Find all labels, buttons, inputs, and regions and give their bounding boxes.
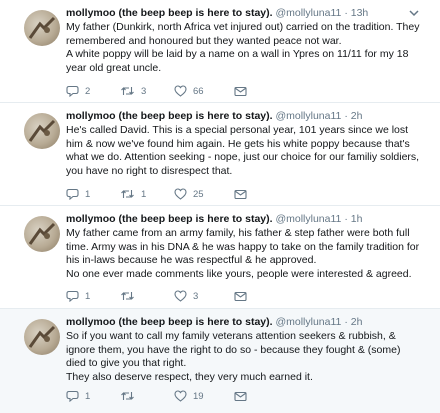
dm-button[interactable] (234, 291, 247, 302)
like-count: 25 (193, 188, 204, 200)
tweet[interactable]: mollymoo (the beep beep is here to stay)… (0, 103, 440, 206)
like-button[interactable]: 3 (174, 290, 234, 302)
envelope-icon (234, 391, 247, 401)
reply-button[interactable]: 2 (66, 85, 120, 97)
dm-button[interactable] (234, 189, 247, 200)
like-count: 66 (193, 85, 204, 97)
tweet-text: My father (Dunkirk, north Africa vet inj… (66, 21, 420, 75)
timestamp[interactable]: 2h (351, 316, 363, 328)
retweet-count: 3 (141, 85, 147, 97)
retweet-icon (121, 292, 134, 300)
heart-icon (174, 390, 187, 402)
retweet-count: 1 (141, 188, 147, 200)
author-name[interactable]: mollymoo (the beep beep is here to stay)… (66, 316, 273, 328)
timestamp[interactable]: 2h (351, 110, 363, 122)
retweet-icon (121, 87, 134, 95)
tweet-line: So if you want to call my family veteran… (66, 330, 401, 370)
author-name[interactable]: mollymoo (the beep beep is here to stay)… (66, 213, 273, 225)
reply-count: 1 (85, 390, 91, 402)
tweet-text: My father came from an army family, his … (66, 227, 420, 281)
reply-button[interactable]: 1 (66, 290, 120, 302)
reply-count: 1 (85, 188, 91, 200)
reply-icon (66, 390, 79, 402)
like-count: 19 (193, 390, 204, 402)
reply-button[interactable]: 1 (66, 390, 120, 402)
reply-icon (66, 188, 79, 200)
tweet-text: He's called David. This is a special per… (66, 124, 420, 178)
tweet-line: My father came from an army family, his … (66, 227, 420, 267)
reply-icon (66, 290, 79, 302)
author-handle[interactable]: @mollyluna11 (275, 110, 341, 122)
like-button[interactable]: 66 (174, 85, 234, 97)
reply-count: 1 (85, 290, 91, 302)
retweet-button[interactable]: 1 (120, 188, 174, 200)
avatar[interactable] (24, 10, 60, 46)
retweet-icon (121, 190, 134, 198)
author-name[interactable]: mollymoo (the beep beep is here to stay)… (66, 110, 273, 122)
author-handle[interactable]: @mollyluna11 (275, 316, 341, 328)
tweet-line: My father (Dunkirk, north Africa vet inj… (66, 21, 420, 47)
avatar[interactable] (24, 113, 60, 149)
timestamp[interactable]: 13h (351, 7, 369, 19)
timestamp[interactable]: 1h (351, 213, 363, 225)
tweet[interactable]: mollymoo (the beep beep is here to stay)… (0, 206, 440, 309)
like-button[interactable]: 25 (174, 188, 234, 200)
envelope-icon (234, 189, 247, 199)
author-name[interactable]: mollymoo (the beep beep is here to stay)… (66, 7, 273, 19)
like-count: 3 (193, 290, 199, 302)
dm-button[interactable] (234, 86, 247, 97)
tweet-focused[interactable]: mollymoo (the beep beep is here to stay)… (0, 309, 440, 413)
heart-icon (174, 290, 187, 302)
timeline: mollymoo (the beep beep is here to stay)… (0, 0, 440, 413)
retweet-button[interactable] (120, 390, 174, 402)
author-handle[interactable]: @mollyluna11 (275, 213, 341, 225)
heart-icon (174, 85, 187, 97)
chevron-down-icon[interactable] (408, 8, 420, 18)
tweet[interactable]: mollymoo (the beep beep is here to stay)… (0, 0, 440, 103)
retweet-button[interactable]: 3 (120, 85, 174, 97)
avatar[interactable] (24, 216, 60, 252)
retweet-icon (121, 392, 134, 400)
envelope-icon (234, 86, 247, 96)
reply-count: 2 (85, 85, 91, 97)
author-handle[interactable]: @mollyluna11 (275, 7, 341, 19)
heart-icon (174, 188, 187, 200)
like-button[interactable]: 19 (174, 390, 234, 402)
tweet-line: He's called David. This is a special per… (66, 124, 420, 177)
tweet-text: So if you want to call my family veteran… (66, 330, 420, 384)
tweet-line: They also deserve respect, they very muc… (66, 370, 313, 383)
tweet-line: A white poppy will be laid by a name on … (66, 48, 409, 74)
avatar[interactable] (24, 319, 60, 355)
envelope-icon (234, 291, 247, 301)
tweet-line: No one ever made comments like yours, pe… (66, 267, 412, 280)
dm-button[interactable] (234, 391, 247, 402)
retweet-button[interactable] (120, 290, 174, 302)
reply-icon (66, 85, 79, 97)
reply-button[interactable]: 1 (66, 188, 120, 200)
